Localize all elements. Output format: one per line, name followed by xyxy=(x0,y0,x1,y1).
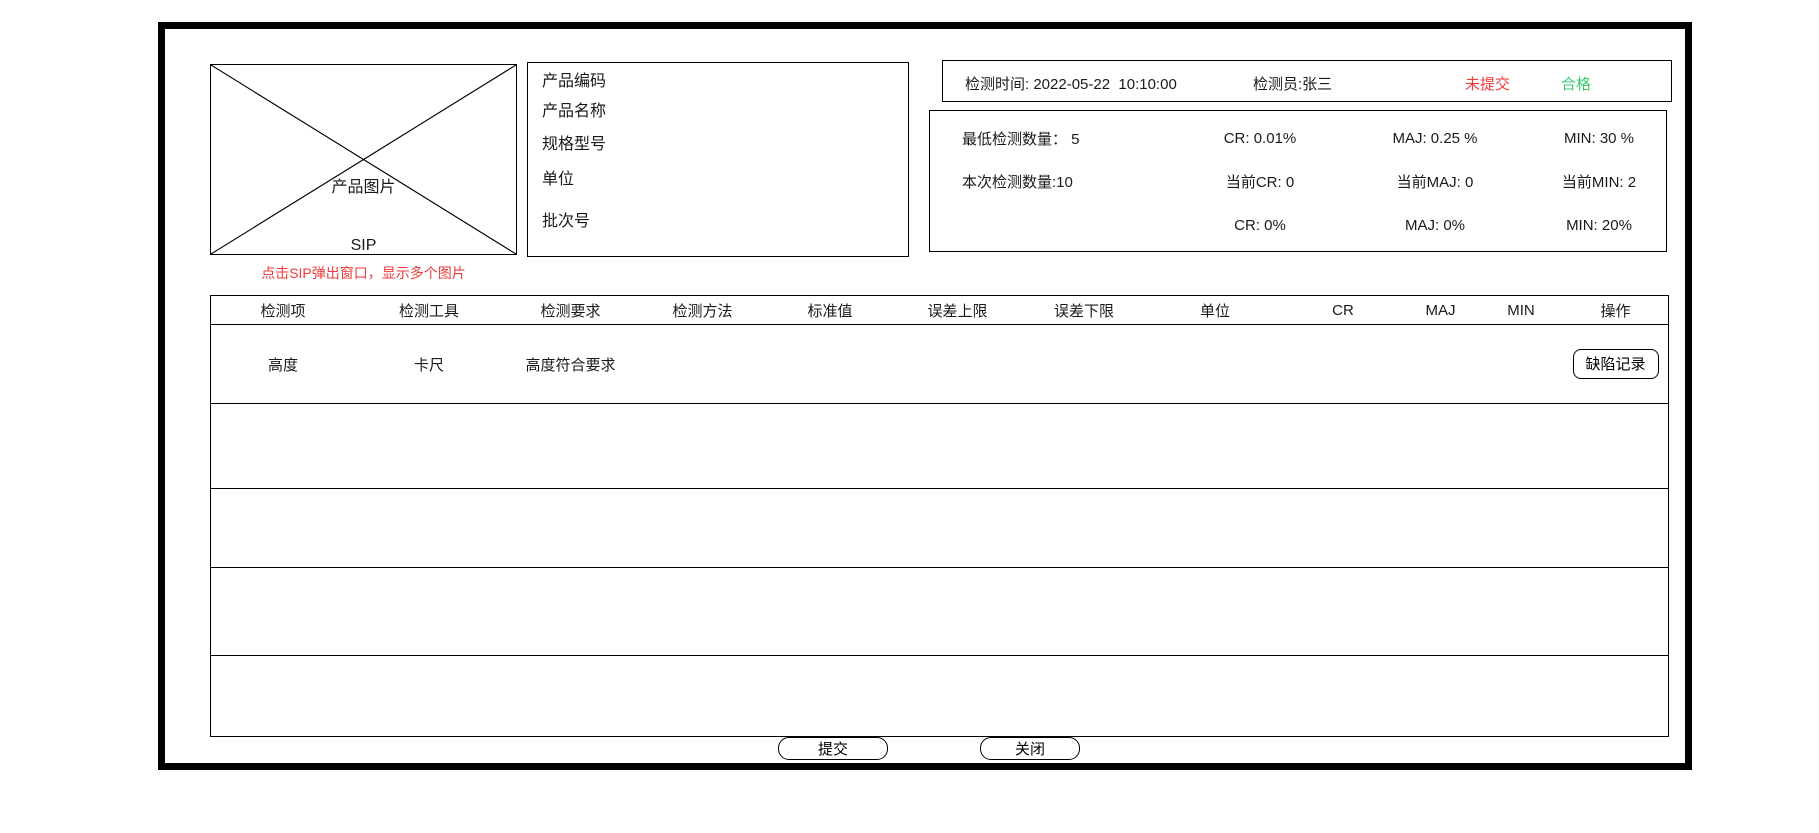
sip-note: 点击SIP弹出窗口，显示多个图片 xyxy=(211,263,516,283)
col-header-item: 检测项 xyxy=(211,300,355,321)
product-image-label: 产品图片 xyxy=(211,173,516,197)
stat-maj-limit: MAJ: 0.25 % xyxy=(1340,130,1530,147)
col-header-action: 操作 xyxy=(1563,300,1668,321)
cell-requirement: 高度符合要求 xyxy=(503,354,638,375)
field-batch-number: 批次号 xyxy=(542,211,590,233)
cell-tool: 卡尺 xyxy=(355,354,503,375)
col-header-unit: 单位 xyxy=(1146,300,1284,321)
table-row-empty xyxy=(211,655,1668,738)
stat-maj-rate: MAJ: 0% xyxy=(1340,217,1530,234)
submit-status-badge: 未提交 xyxy=(1465,73,1510,94)
stat-current-qty: 本次检测数量:10 xyxy=(930,171,1180,192)
cell-item: 高度 xyxy=(211,354,355,375)
stat-current-min: 当前MIN: 2 xyxy=(1530,171,1668,192)
col-header-tool: 检测工具 xyxy=(355,300,503,321)
sip-link[interactable]: SIP xyxy=(211,237,516,255)
table-row-empty xyxy=(211,567,1668,655)
col-header-requirement: 检测要求 xyxy=(503,300,638,321)
detection-items-table: 检测项 检测工具 检测要求 检测方法 标准值 误差上限 误差下限 单位 CR M… xyxy=(210,295,1669,737)
table-header-row: 检测项 检测工具 检测要求 检测方法 标准值 误差上限 误差下限 单位 CR M… xyxy=(211,296,1668,325)
table-row: 高度 卡尺 高度符合要求 缺陷记录 xyxy=(211,325,1668,403)
col-header-cr: CR xyxy=(1284,302,1402,319)
col-header-maj: MAJ xyxy=(1402,302,1479,319)
col-header-standard: 标准值 xyxy=(767,300,893,321)
product-info-panel: 产品编码 产品名称 规格型号 单位 批次号 xyxy=(527,62,909,257)
table-row-empty xyxy=(211,488,1668,567)
submit-button[interactable]: 提交 xyxy=(778,737,888,760)
stat-cr-limit: CR: 0.01% xyxy=(1180,130,1340,147)
inspector-name: 检测员:张三 xyxy=(1253,73,1332,94)
stat-current-cr: 当前CR: 0 xyxy=(1180,171,1340,192)
field-product-code: 产品编码 xyxy=(542,71,606,93)
inspection-header-panel: 检测时间: 2022-05-22 10:10:00 检测员:张三 未提交 合格 xyxy=(942,60,1672,102)
field-unit: 单位 xyxy=(542,169,574,191)
result-status-badge: 合格 xyxy=(1561,73,1591,94)
defect-record-button[interactable]: 缺陷记录 xyxy=(1573,349,1659,379)
col-header-upper-limit: 误差上限 xyxy=(893,300,1022,321)
col-header-method: 检测方法 xyxy=(638,300,767,321)
image-x-icon xyxy=(211,65,516,254)
close-button[interactable]: 关闭 xyxy=(980,737,1080,760)
stat-min-qty: 最低检测数量： 5 xyxy=(930,128,1180,149)
stat-cr-rate: CR: 0% xyxy=(1180,217,1340,234)
stat-min-rate: MIN: 20% xyxy=(1530,217,1668,234)
col-header-min: MIN xyxy=(1479,302,1563,319)
field-product-name: 产品名称 xyxy=(542,101,606,123)
stat-current-maj: 当前MAJ: 0 xyxy=(1340,171,1530,192)
table-row-empty xyxy=(211,403,1668,488)
col-header-lower-limit: 误差下限 xyxy=(1022,300,1146,321)
product-image-placeholder[interactable]: 产品图片 SIP 点击SIP弹出窗口，显示多个图片 xyxy=(210,64,517,255)
inspection-time: 检测时间: 2022-05-22 10:10:00 xyxy=(965,73,1177,94)
window-frame: 产品图片 SIP 点击SIP弹出窗口，显示多个图片 产品编码 产品名称 规格型号… xyxy=(158,22,1692,770)
stats-panel: 最低检测数量： 5 CR: 0.01% MAJ: 0.25 % MIN: 30 … xyxy=(929,110,1667,252)
stat-min-limit: MIN: 30 % xyxy=(1530,130,1668,147)
field-spec-model: 规格型号 xyxy=(542,134,606,156)
